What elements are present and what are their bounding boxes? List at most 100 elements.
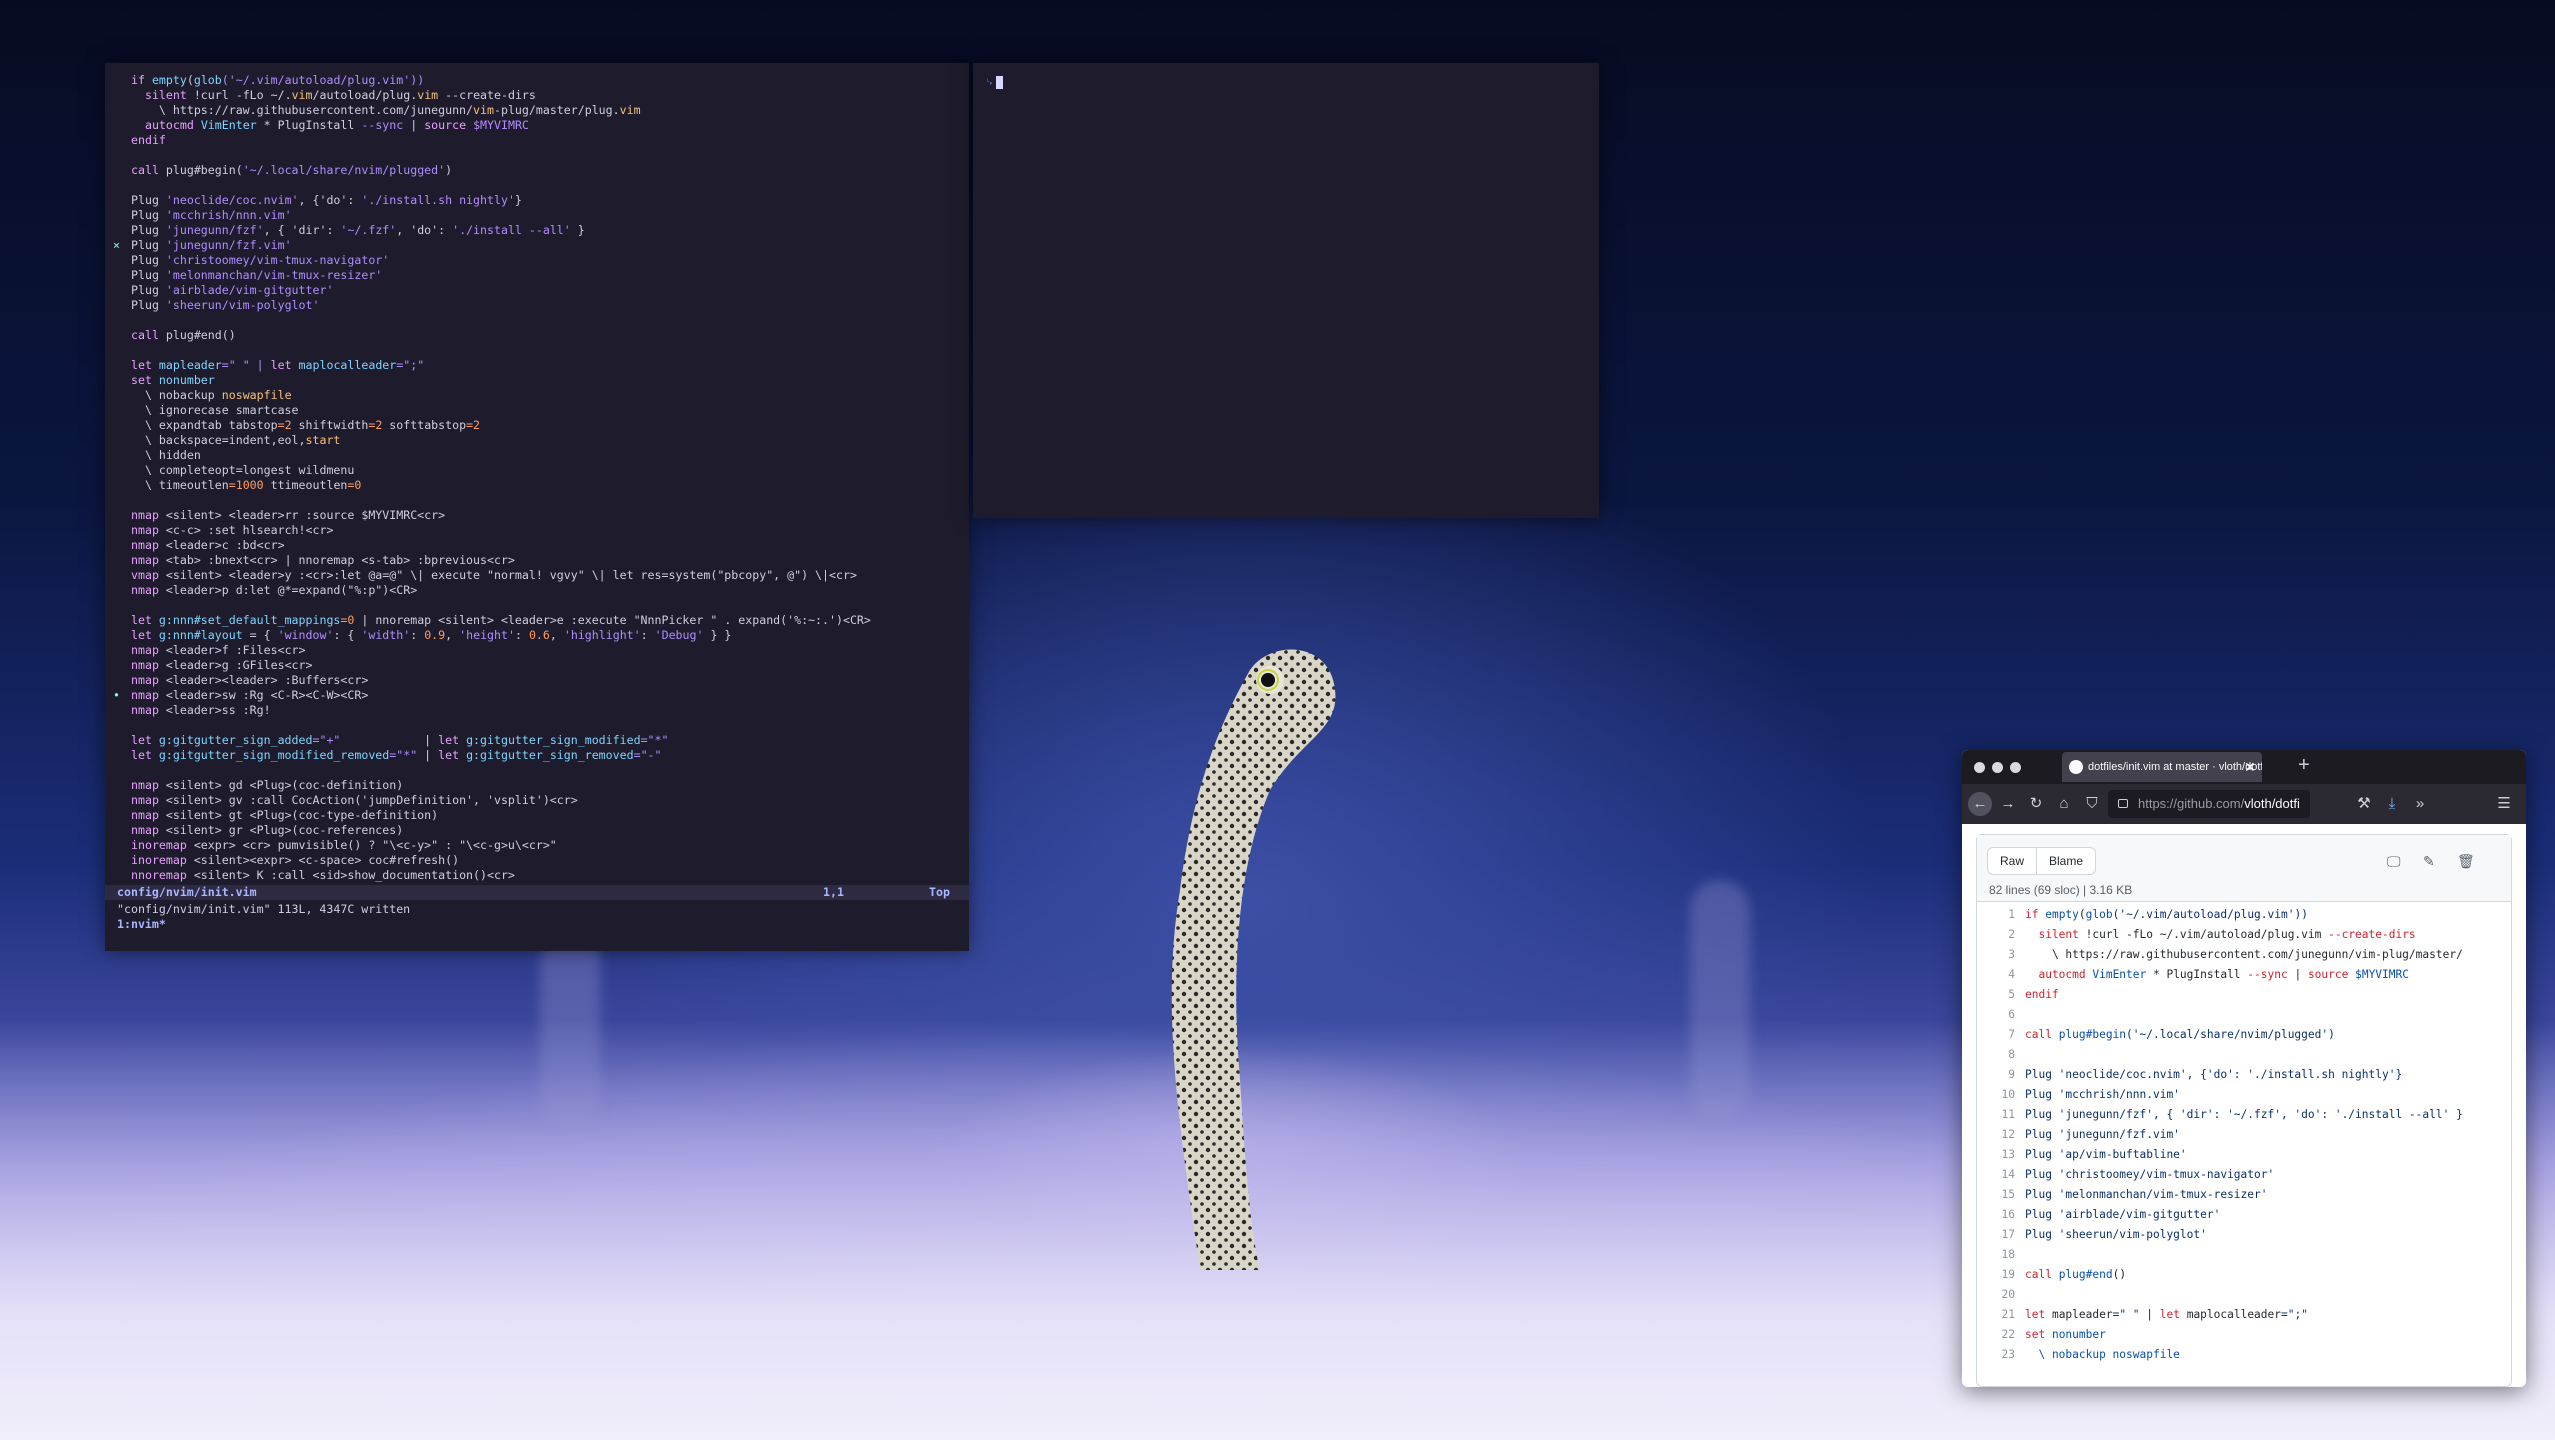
code-token: set [131,373,159,387]
gitgutter-sign: × [113,238,120,252]
reload-icon[interactable]: ↻ [2024,792,2048,816]
shell-prompt[interactable]: ␊ [985,75,1004,90]
garden-eel [1171,649,1336,1270]
code-token: g:nnn#set_default_mappings [158,613,341,627]
code-token: maplocalleader [298,358,397,372]
window-maximize-button[interactable] [2010,762,2021,773]
code-line: let g:gitgutter_sign_modified_removed="*… [105,748,969,763]
line-number[interactable]: 16 [1977,1205,2015,1225]
code-token: | [403,118,425,132]
url-host: https://github.com/ [2138,796,2245,811]
line-number[interactable]: 7 [1977,1025,2015,1045]
line-number[interactable]: 3 [1977,945,2015,965]
code-token: Plug [131,223,166,237]
code-token: silent [131,88,194,102]
line-number[interactable]: 9 [1977,1065,2015,1085]
code-token: --sync [2247,968,2288,981]
line-number[interactable]: 10 [1977,1085,2015,1105]
desktop-icon[interactable]: 🖵 [2387,853,2401,870]
line-number[interactable]: 14 [1977,1165,2015,1185]
line-number[interactable]: 8 [1977,1045,2015,1065]
code-token: $MYVIMRC [2348,968,2409,981]
code-row: 6 [1977,1005,2511,1025]
code-token: maplocalleader [2186,1308,2281,1321]
code-token: autocmd [131,118,201,132]
background-eel-right [1690,880,1750,1120]
line-number[interactable]: 19 [1977,1265,2015,1285]
url-bar[interactable]: https://github.com/vloth/dotfi ••• [2108,790,2310,818]
line-text: \ https://raw.githubusercontent.com/june… [2025,945,2463,965]
code-token: './install --all' [452,223,571,237]
code-row: 18 [1977,1245,2511,1265]
line-number[interactable]: 2 [1977,925,2015,945]
home-icon[interactable]: ⌂ [2052,792,2076,816]
code-token: \ nobackup noswapfile [2025,1348,2180,1361]
window-minimize-button[interactable] [1992,762,2003,773]
file-code-view[interactable]: 1 if empty(glob('~/.vim/autoload/plug.vim… [1977,905,2511,1386]
line-number[interactable]: 11 [1977,1105,2015,1125]
code-line: nnoremap <silent> K :call <sid>show_docu… [105,868,969,883]
window-close-button[interactable] [1974,762,1985,773]
pencil-icon[interactable]: ✎ [2423,853,2435,870]
line-text: call plug#end() [2025,1265,2126,1285]
code-token: --create-dirs [438,88,536,102]
code-line: call plug#begin('~/.local/share/nvim/plu… [105,163,969,178]
code-token: './install.sh nightly' [361,193,515,207]
line-number[interactable]: 21 [1977,1305,2015,1325]
trash-icon[interactable]: 🗑 [2457,853,2475,870]
download-icon[interactable]: ⤓ [2380,792,2404,816]
line-number[interactable]: 1 [1977,905,2015,925]
code-token: 'highlight' [563,628,641,642]
code-token: nonumber [158,373,215,387]
code-token: <silent> K :call <sid>show_documentation… [193,868,515,882]
forward-icon[interactable]: → [1996,792,2020,816]
shield-icon[interactable]: ⛉ [2080,792,2104,816]
line-number[interactable]: 12 [1977,1125,2015,1145]
line-number[interactable]: 6 [1977,1005,2015,1025]
back-icon[interactable]: ← [1968,792,1992,816]
code-token: start [305,433,341,447]
line-number[interactable]: 20 [1977,1285,2015,1305]
browser-window[interactable]: dotfiles/init.vim at master · vloth/dotf… [1962,750,2526,1387]
line-text: autocmd VimEnter * PlugInstall --sync | … [2025,965,2409,985]
code-token: vmap [131,568,166,582]
code-token: nmap [131,793,166,807]
code-token: <expr> <cr> pumvisible() ? "\<c-y>" : "\… [193,838,557,852]
code-token: =2 [277,418,292,432]
line-number[interactable]: 17 [1977,1225,2015,1245]
tab-close-icon[interactable]: ✕ [2244,752,2256,782]
line-number[interactable]: 23 [1977,1345,2015,1365]
code-row: 20 [1977,1285,2511,1305]
code-line: silent !curl -fLo ~/.vim/autoload/plug.v… [105,88,969,103]
shell-terminal-pane[interactable]: ␊ [973,63,1599,518]
new-tab-icon[interactable]: + [2298,754,2310,777]
line-number[interactable]: 13 [1977,1145,2015,1165]
code-row: 9 Plug 'neoclide/coc.nvim', {'do': './ins… [1977,1065,2511,1085]
line-number[interactable]: 15 [1977,1185,2015,1205]
line-number[interactable]: 18 [1977,1245,2015,1265]
code-token: =" " [2112,1308,2140,1321]
nvim-buffer[interactable]: if empty(glob('~/.vim/autoload/plug.vim'… [105,73,969,883]
line-number[interactable]: 4 [1977,965,2015,985]
code-token: <leader>sw :Rg <C-R><C-W><CR> [165,688,369,702]
line-number[interactable]: 22 [1977,1325,2015,1345]
wrench-icon[interactable]: ⚒ [2352,792,2376,816]
code-line: nmap <silent> gr <Plug>(coc-references) [105,823,969,838]
code-token: \ hidden [131,448,201,462]
overflow-chevron-icon[interactable]: » [2408,792,2432,816]
blame-button[interactable]: Blame [2036,848,2095,874]
raw-button[interactable]: Raw [1988,848,2036,874]
tmux-window-tab[interactable]: 1:nvim* [117,917,166,932]
background-eel-left [540,930,600,1130]
code-token: ('~/.vim/autoload/plug.vim')) [2112,908,2308,921]
code-token: Plug [131,238,166,252]
code-line: \ https://raw.githubusercontent.com/june… [105,103,969,118]
line-number[interactable]: 5 [1977,985,2015,1005]
status-scroll-position: Top [929,885,950,899]
code-token: Plug 'sheerun/vim-polyglot' [2025,1228,2207,1241]
nvim-terminal-pane[interactable]: if empty(glob('~/.vim/autoload/plug.vim'… [105,63,969,951]
menu-icon[interactable]: ☰ [2492,792,2516,816]
code-token: vim [473,103,494,117]
browser-tab[interactable]: dotfiles/init.vim at master · vloth/dotf… [2062,752,2262,782]
